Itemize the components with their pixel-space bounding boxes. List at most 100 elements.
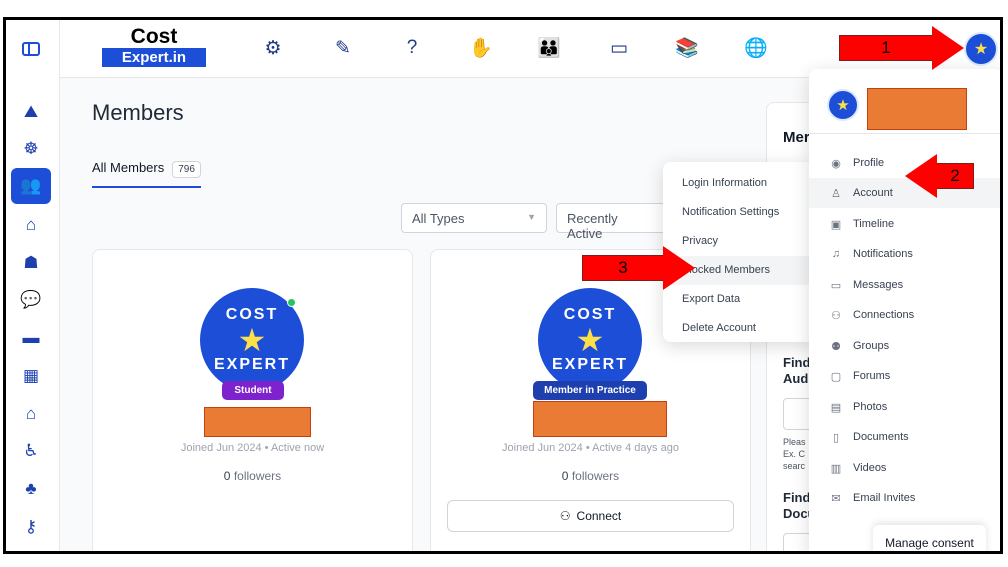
followers-label: followers — [233, 469, 282, 483]
redacted-username — [867, 88, 967, 130]
key-icon[interactable]: ⚷ — [11, 509, 51, 545]
forum-icon: ▢ — [830, 370, 842, 383]
menu-item-timeline[interactable]: ▣ Timeline — [809, 209, 1000, 239]
widget-title: Mer — [783, 129, 810, 146]
member-avatar[interactable]: COST ★ EXPERT — [538, 288, 642, 392]
redacted-name — [204, 407, 311, 437]
groups-icon: ⚉ — [831, 340, 841, 353]
network-icon[interactable]: ☸ — [11, 131, 51, 167]
menu-item-videos[interactable]: ▥ Videos — [809, 453, 1000, 483]
calendar-icon[interactable]: ▦ — [11, 358, 51, 394]
group-people-icon[interactable]: 👪 — [536, 36, 562, 60]
menu-item-documents[interactable]: ▯ Documents — [809, 422, 1000, 452]
logo-text-top: Cost — [130, 25, 178, 48]
menu-item-label: Notifications — [853, 248, 913, 260]
activity-icon[interactable]: ⛰ — [11, 94, 51, 130]
left-rail: ⛰ ☸ 👥 ⌂ ☗ 💬 ▬ ▦ ⌂ ♿ ♣ ⚷ — [6, 20, 60, 551]
widget-help-line: Ex. C — [783, 449, 806, 459]
widget-heading-line: Aud — [783, 371, 809, 386]
menu-item-forums[interactable]: ▢ Forums — [809, 361, 1000, 391]
submenu-item-delete-account[interactable]: Delete Account — [663, 314, 817, 343]
chat-icon[interactable]: 💬 — [11, 282, 51, 318]
user-avatar-button[interactable]: ★ — [964, 32, 998, 66]
manage-consent-button[interactable]: Manage consent — [873, 525, 986, 551]
lightbulb-gear-icon[interactable]: ⚙ — [260, 36, 286, 60]
role-badge: Student — [222, 381, 284, 400]
menu-item-label: Groups — [853, 340, 890, 352]
menu-item-email-invites[interactable]: ✉ Email Invites — [809, 483, 1000, 513]
books-icon[interactable]: 📚 — [674, 36, 700, 60]
logo-text-bottom: Expert.in — [102, 48, 206, 67]
callout-number: 1 — [881, 38, 891, 57]
submenu-item-notification-settings[interactable]: Notification Settings — [663, 198, 817, 227]
online-status-dot — [287, 298, 296, 307]
inbox-icon: ▭ — [830, 279, 842, 292]
role-badge: Member in Practice — [533, 381, 647, 400]
menu-item-label: Messages — [853, 279, 904, 291]
briefcase-icon[interactable]: ▬ — [11, 320, 51, 356]
film-icon: ▥ — [830, 462, 842, 475]
menu-item-groups[interactable]: ⚉ Groups — [809, 331, 1000, 361]
widget-heading-line: Find — [783, 490, 811, 505]
profile-dropdown: ★ ◉ Profile ♙ Account ▣ Timeline ♫ Notificat… — [809, 69, 1000, 551]
menu-item-connections[interactable]: ⚇ Connections — [809, 300, 1000, 330]
menu-item-label: Connections — [853, 309, 915, 321]
pen-lines-icon[interactable]: ✎ — [330, 36, 356, 60]
member-joined: Joined Jun 2024 • Active 4 days ago — [502, 442, 679, 454]
tab-label: All Members — [92, 160, 165, 175]
followers-count: 0 — [223, 469, 231, 483]
menu-item-label: Videos — [853, 462, 887, 474]
tab-all-members[interactable]: All Members 796 — [92, 160, 201, 188]
community-icon[interactable]: ☗ — [11, 245, 51, 281]
tab-count-badge: 796 — [172, 161, 201, 178]
house-outline-icon[interactable]: ⌂ — [11, 396, 51, 432]
person-cane-icon[interactable]: ♿ — [11, 433, 51, 469]
profile-avatar[interactable]: ★ — [827, 89, 859, 121]
callout-number: 2 — [950, 166, 960, 185]
menu-item-label: Profile — [853, 157, 885, 169]
menu-item-photos[interactable]: ▤ Photos — [809, 392, 1000, 422]
type-filter-select[interactable]: All Types ▼ — [401, 203, 547, 233]
badge-word-bottom: EXPERT — [551, 356, 628, 373]
connect-button[interactable]: ⚇ Connect — [447, 500, 734, 532]
members-icon[interactable]: 👥 — [11, 168, 51, 204]
widget-help-line: Pleas — [783, 437, 806, 447]
badge-word-bottom: EXPERT — [213, 356, 290, 373]
menu-item-messages[interactable]: ▭ Messages — [809, 270, 1000, 300]
globe-icon[interactable]: 🌐 — [743, 36, 769, 60]
member-card[interactable]: COST ★ EXPERT Student Joined Jun 2024 • … — [92, 249, 413, 551]
divider — [809, 133, 1000, 134]
tree-icon[interactable]: ♣ — [11, 471, 51, 507]
star-icon: ★ — [237, 322, 267, 358]
menu-item-notifications[interactable]: ♫ Notifications — [809, 239, 1000, 269]
widget-heading-line: Find — [783, 355, 811, 370]
callout-arrow-2-head — [905, 154, 937, 198]
photos-icon: ▤ — [830, 401, 842, 414]
sidebar-toggle-icon[interactable] — [22, 42, 40, 56]
member-joined: Joined Jun 2024 • Active now — [180, 442, 325, 454]
home-icon[interactable]: ⌂ — [11, 207, 51, 243]
redacted-name — [533, 401, 667, 437]
menu-item-label: Documents — [853, 431, 909, 443]
menu-item-label: Email Invites — [853, 492, 916, 504]
member-followers: 0 followers — [431, 469, 750, 483]
sort-value: Recently Active — [567, 211, 618, 241]
presentation-board-icon[interactable]: ▭ — [606, 36, 632, 60]
type-filter-value: All Types — [412, 211, 465, 226]
users-icon: ⚇ — [831, 309, 841, 322]
screenshot-frame: ⛰ ☸ 👥 ⌂ ☗ 💬 ▬ ▦ ⌂ ♿ ♣ ⚷ Cost Expert.in ⚙… — [3, 17, 1003, 554]
question-idea-icon[interactable]: ? — [399, 36, 425, 60]
star-icon: ★ — [575, 322, 605, 358]
followers-label: followers — [571, 469, 620, 483]
timeline-icon: ▣ — [830, 218, 842, 231]
callout-arrow-1: 1 — [839, 35, 933, 61]
submenu-item-login-information[interactable]: Login Information — [663, 169, 817, 198]
sort-select[interactable]: Recently Active — [556, 203, 666, 241]
site-logo[interactable]: Cost Expert.in — [102, 26, 206, 67]
raised-hands-icon[interactable]: ✋ — [468, 36, 494, 60]
callout-arrow-3: 3 — [582, 255, 664, 281]
widget-help-text: Pleas Ex. C searc — [783, 436, 806, 472]
callout-number: 3 — [618, 258, 628, 277]
widget-heading: Find Aud — [783, 355, 810, 387]
envelope-icon: ✉ — [831, 492, 841, 505]
